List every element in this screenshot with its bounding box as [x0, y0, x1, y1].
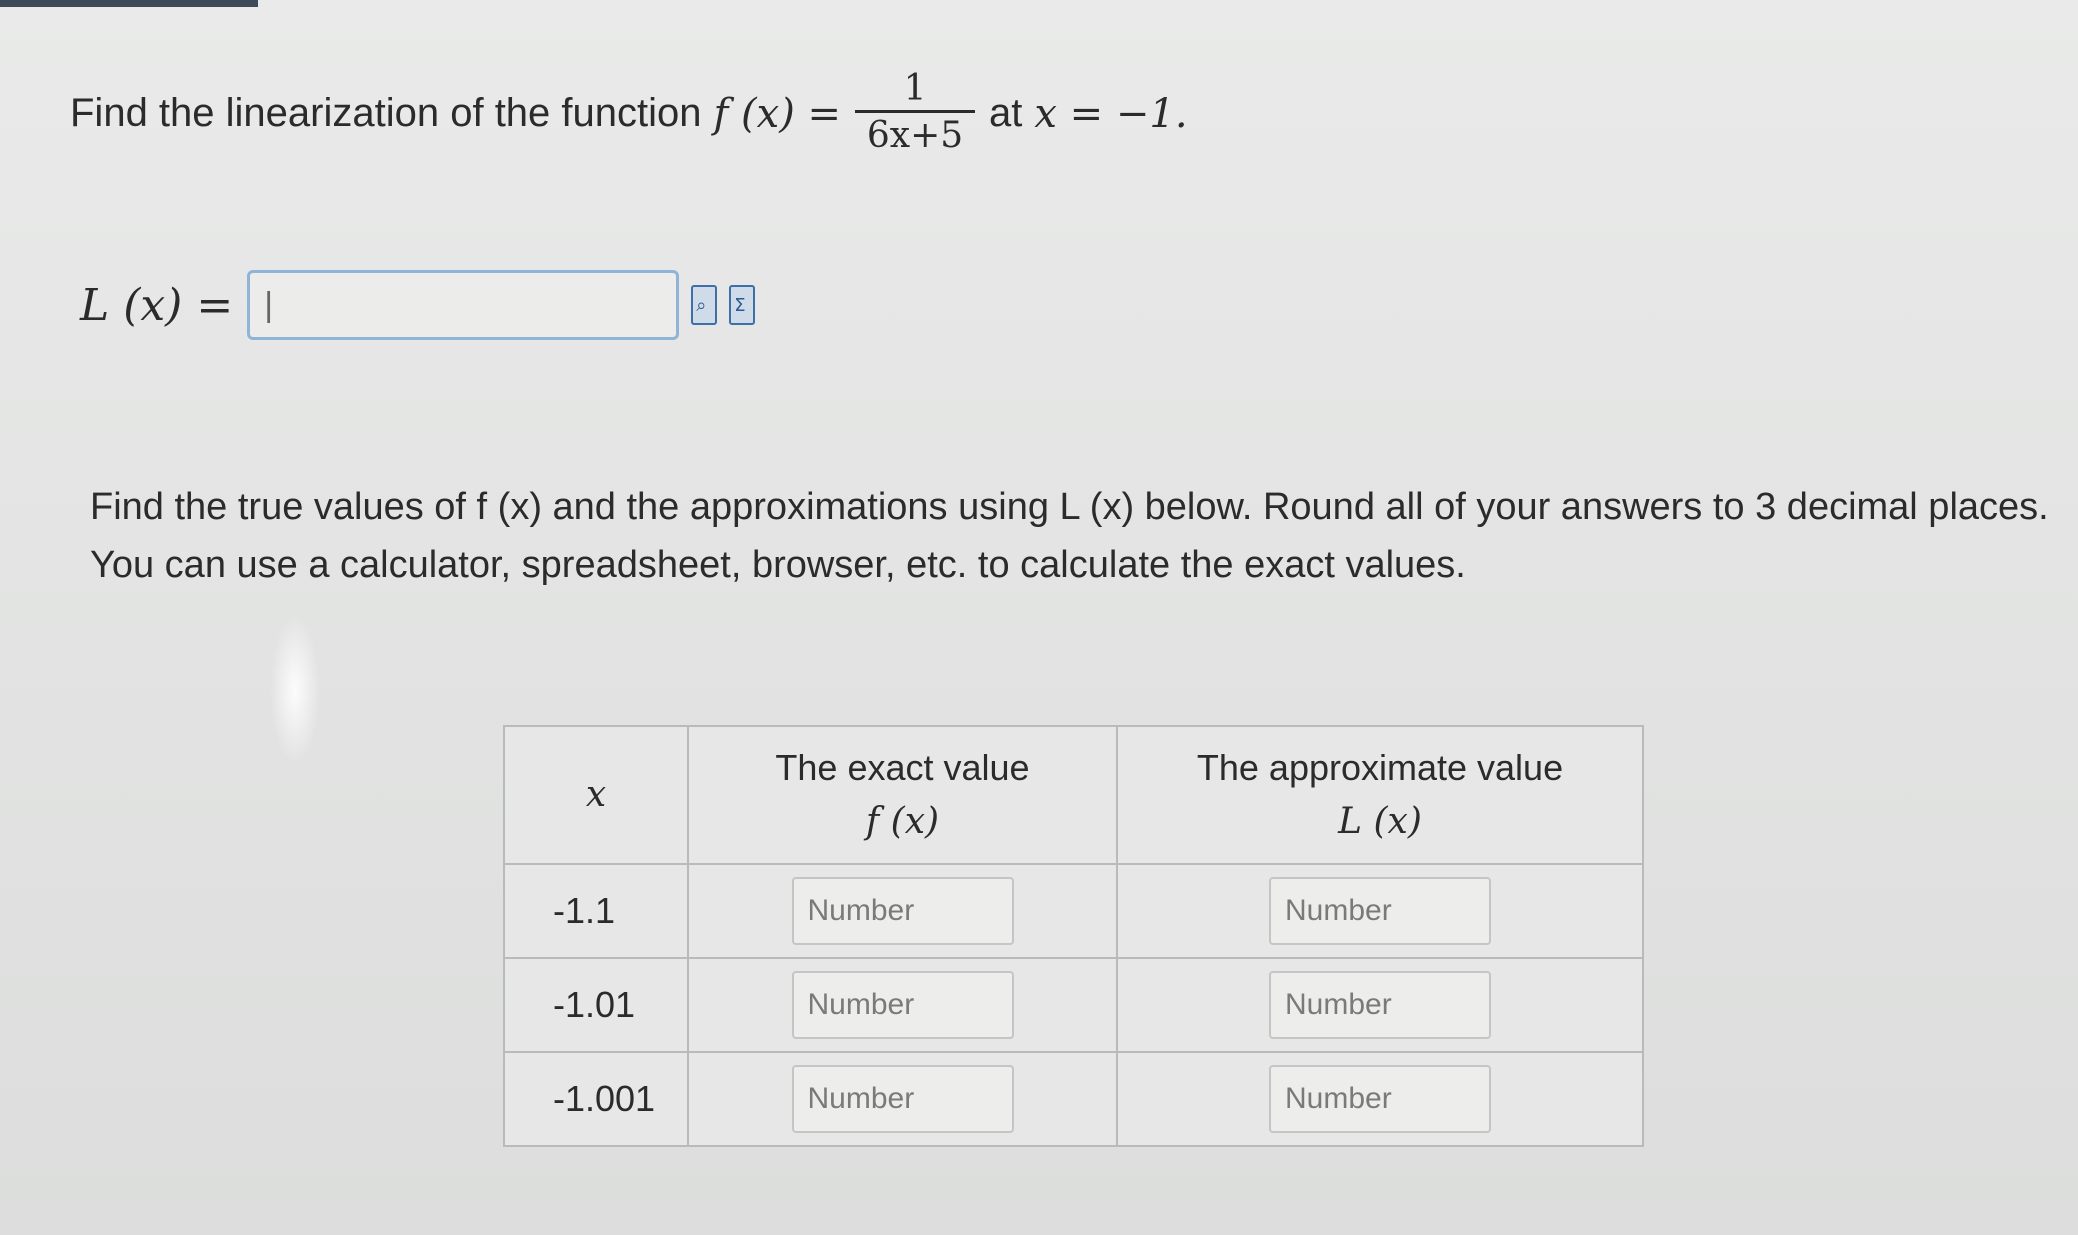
question-prompt: Find the linearization of the function f… — [70, 68, 1188, 159]
linearization-row: L (x) = ⌕ Σ — [80, 270, 756, 340]
instructions-text: Find the true values of f (x) and the ap… — [90, 486, 2049, 586]
glare-smudge — [270, 615, 320, 765]
approx-value-input[interactable] — [1269, 877, 1491, 945]
values-table: x The exact value f (x) The approximate … — [503, 725, 1644, 1147]
x-value-cell: -1.001 — [503, 1051, 689, 1147]
header-x-symbol: x — [585, 774, 607, 815]
exact-value-input[interactable] — [791, 877, 1014, 945]
x-value-cell: -1.1 — [503, 863, 689, 959]
table-header-row: x The exact value f (x) The approximate … — [503, 725, 1644, 865]
header-approx-title: The approximate value — [1196, 747, 1564, 788]
top-bar — [0, 0, 258, 7]
table-row: -1.01 — [503, 957, 1644, 1053]
approx-value-input[interactable] — [1269, 1065, 1491, 1133]
exact-value-input[interactable] — [791, 971, 1014, 1039]
approx-value-input[interactable] — [1269, 971, 1491, 1039]
at-word: at — [989, 91, 1023, 135]
header-exact-value: The exact value f (x) — [687, 725, 1118, 865]
header-x: x — [503, 725, 689, 865]
exact-value-cell — [687, 957, 1118, 1053]
function-notation: f (x) = — [713, 90, 842, 137]
sigma-glyph-icon: Σ — [734, 295, 746, 316]
fraction-denominator: 6x+5 — [866, 115, 964, 156]
point-value: x = −1. — [1034, 90, 1188, 137]
header-approx-symbol: L (x) — [1338, 801, 1422, 842]
approx-value-cell — [1116, 1051, 1644, 1147]
approx-value-cell — [1116, 863, 1644, 959]
function-fraction: 1 6x+5 — [855, 68, 976, 159]
exact-value-input[interactable] — [791, 1065, 1014, 1133]
exact-value-cell — [687, 863, 1118, 959]
linearization-input[interactable] — [247, 270, 680, 340]
x-value-cell: -1.01 — [503, 957, 689, 1053]
table-row: -1.1 — [503, 863, 1644, 959]
fraction-numerator: 1 — [903, 68, 927, 109]
exact-value-cell — [687, 1051, 1118, 1147]
header-approx-value: The approximate value L (x) — [1116, 725, 1644, 865]
approx-value-cell — [1116, 957, 1644, 1053]
question-prefix: Find the linearization of the function — [70, 91, 702, 135]
preview-icon[interactable]: ⌕ — [691, 285, 718, 325]
table-row: -1.001 — [503, 1051, 1644, 1147]
header-exact-symbol: f (x) — [865, 801, 940, 842]
linearization-label: L (x) = — [80, 279, 234, 331]
header-exact-title: The exact value — [775, 747, 1030, 788]
magnifier-glyph-icon: ⌕ — [696, 295, 707, 316]
equation-editor-icon[interactable]: Σ — [729, 285, 756, 325]
